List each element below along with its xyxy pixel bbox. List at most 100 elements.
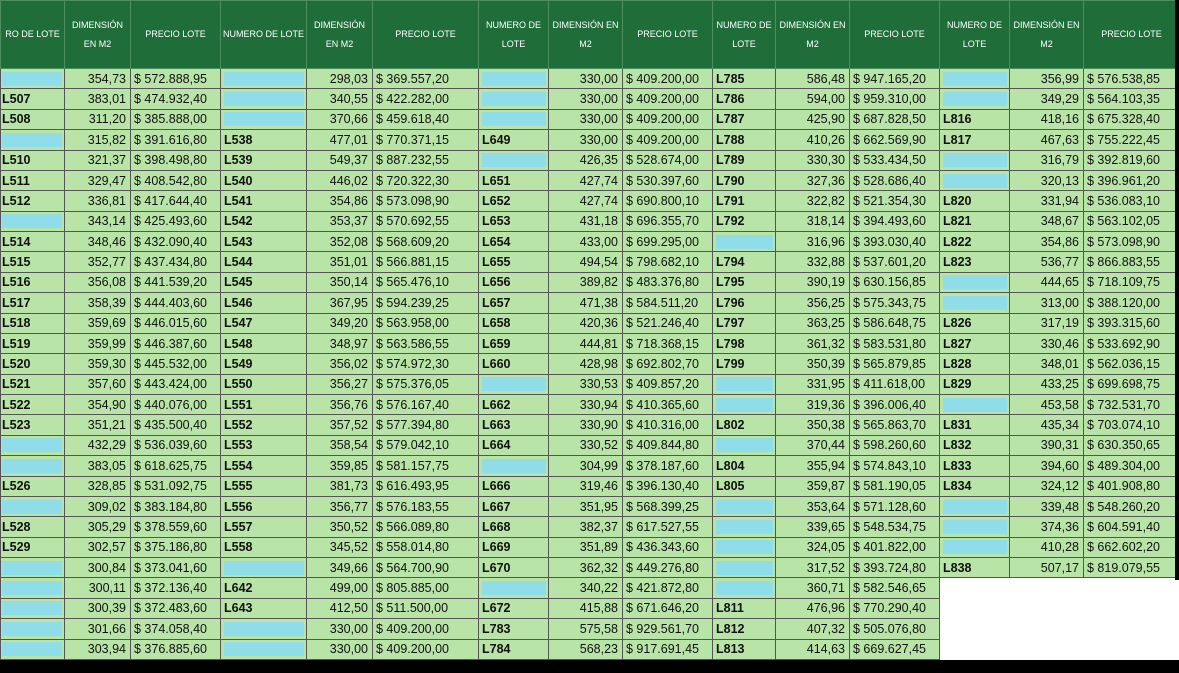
blank-lot-highlight bbox=[2, 581, 62, 596]
column-header: NUMERO DE LOTE bbox=[939, 0, 1010, 69]
dimension-cell: 332,88 bbox=[775, 251, 850, 273]
lot-number-cell: L820 bbox=[939, 190, 1010, 212]
dimension-cell: 383,01 bbox=[64, 88, 131, 110]
price-cell: $ 393.724,80 bbox=[849, 556, 940, 579]
dimension-cell: 315,82 bbox=[64, 129, 131, 151]
lot-number-cell: L547 bbox=[220, 312, 307, 334]
price-cell: $ 572.888,95 bbox=[130, 67, 221, 90]
blank-lot-highlight bbox=[2, 499, 62, 514]
dimension-cell: 467,63 bbox=[1009, 129, 1084, 151]
price-cell: $ 443.424,00 bbox=[130, 373, 221, 396]
dimension-cell: 427,74 bbox=[548, 169, 623, 192]
blank-lot-highlight bbox=[482, 581, 546, 596]
lot-number-cell bbox=[939, 149, 1010, 171]
price-cell: $ 947.165,20 bbox=[849, 67, 940, 90]
price-cell: $ 528.686,40 bbox=[849, 169, 940, 192]
price-cell: $ 528.674,00 bbox=[622, 149, 713, 171]
blank-lot-highlight bbox=[943, 295, 1007, 310]
price-cell: $ 703.074,10 bbox=[1083, 414, 1179, 436]
lot-number-cell: L794 bbox=[712, 251, 776, 273]
lot-number-cell: L558 bbox=[220, 536, 307, 559]
lot-number-cell: L821 bbox=[939, 210, 1010, 233]
column-header: DIMENSIÓN EN M2 bbox=[64, 0, 131, 69]
dimension-cell: 356,99 bbox=[1009, 67, 1084, 90]
price-cell: $ 417.644,40 bbox=[130, 190, 221, 212]
lot-number-cell: L826 bbox=[939, 312, 1010, 334]
lot-number-cell: L664 bbox=[478, 434, 549, 457]
dimension-cell: 350,38 bbox=[775, 414, 850, 436]
lot-number-cell: L651 bbox=[478, 169, 549, 192]
lot-number-cell bbox=[0, 455, 65, 477]
dimension-cell: 354,86 bbox=[306, 190, 373, 212]
dimension-cell: 355,94 bbox=[775, 455, 850, 477]
dimension-cell: 383,05 bbox=[64, 455, 131, 477]
price-cell: $ 474.932,40 bbox=[130, 88, 221, 110]
price-cell: $ 393.315,60 bbox=[1083, 312, 1179, 334]
dimension-cell: 352,08 bbox=[306, 230, 373, 253]
price-cell: $ 421.872,80 bbox=[622, 577, 713, 599]
lot-number-cell: L516 bbox=[0, 271, 65, 294]
lot-number-cell bbox=[478, 88, 549, 110]
price-cell: $ 630.350,65 bbox=[1083, 434, 1179, 457]
lot-number-cell: L523 bbox=[0, 414, 65, 436]
lot-number-cell: L813 bbox=[712, 638, 776, 660]
dimension-cell: 348,01 bbox=[1009, 353, 1084, 375]
lot-number-cell: L786 bbox=[712, 88, 776, 110]
dimension-cell: 330,00 bbox=[548, 108, 623, 131]
dimension-cell: 349,20 bbox=[306, 312, 373, 334]
price-cell: $ 372.483,60 bbox=[130, 597, 221, 620]
dimension-cell: 427,74 bbox=[548, 190, 623, 212]
lot-number-cell: L521 bbox=[0, 373, 65, 396]
lot-number-cell bbox=[939, 393, 1010, 416]
lot-number-cell: L667 bbox=[478, 495, 549, 518]
price-cell: $ 574.972,30 bbox=[372, 353, 479, 375]
dimension-cell: 389,82 bbox=[548, 271, 623, 294]
dimension-cell: 356,27 bbox=[306, 373, 373, 396]
price-cell: $ 573.098,90 bbox=[1083, 230, 1179, 253]
dimension-cell: 317,19 bbox=[1009, 312, 1084, 334]
lot-number-cell: L514 bbox=[0, 230, 65, 253]
dimension-cell: 330,90 bbox=[548, 414, 623, 436]
dimension-cell: 330,00 bbox=[548, 67, 623, 90]
dimension-cell: 356,76 bbox=[306, 393, 373, 416]
dimension-cell: 354,86 bbox=[1009, 230, 1084, 253]
lot-number-cell: L508 bbox=[0, 108, 65, 131]
dimension-cell: 359,85 bbox=[306, 455, 373, 477]
dimension-cell: 354,90 bbox=[64, 393, 131, 416]
price-cell: $ 718.368,15 bbox=[622, 332, 713, 355]
lot-number-cell: L520 bbox=[0, 353, 65, 375]
dimension-cell: 321,37 bbox=[64, 149, 131, 171]
column-header: DIMENSIÓN EN M2 bbox=[1009, 0, 1084, 69]
blank-lot-highlight bbox=[716, 581, 773, 596]
lot-number-cell: L799 bbox=[712, 353, 776, 375]
blank-lot-highlight bbox=[2, 71, 62, 86]
lot-number-cell bbox=[712, 536, 776, 559]
blank-lot-highlight bbox=[716, 438, 773, 453]
table-row: 301,66 $ 374.058,40 330,00 $ 409.200,00 L783… bbox=[0, 618, 1179, 640]
dimension-cell: 319,46 bbox=[548, 475, 623, 497]
price-cell: $ 374.058,40 bbox=[130, 618, 221, 640]
price-cell: $ 410.365,60 bbox=[622, 393, 713, 416]
lot-number-cell: L522 bbox=[0, 393, 65, 416]
dimension-cell: 351,89 bbox=[548, 536, 623, 559]
blank-lot-highlight bbox=[716, 499, 773, 514]
price-cell: $ 533.692,90 bbox=[1083, 332, 1179, 355]
lot-number-cell bbox=[939, 67, 1010, 90]
lot-number-cell: L792 bbox=[712, 210, 776, 233]
price-cell: $ 690.800,10 bbox=[622, 190, 713, 212]
empty-cell bbox=[1083, 597, 1179, 620]
dimension-cell: 476,96 bbox=[775, 597, 850, 620]
column-header: DIMENSIÓN EN M2 bbox=[775, 0, 850, 69]
price-cell: $ 581.190,05 bbox=[849, 475, 940, 497]
dimension-cell: 394,60 bbox=[1009, 455, 1084, 477]
lot-number-cell: L660 bbox=[478, 353, 549, 375]
price-cell: $ 446.015,60 bbox=[130, 312, 221, 334]
price-cell: $ 564.103,35 bbox=[1083, 88, 1179, 110]
lot-number-cell: L832 bbox=[939, 434, 1010, 457]
dimension-cell: 374,36 bbox=[1009, 516, 1084, 538]
price-cell: $ 378.559,60 bbox=[130, 516, 221, 538]
dimension-cell: 319,36 bbox=[775, 393, 850, 416]
blank-lot-highlight bbox=[2, 214, 62, 229]
table-body: 354,73 $ 572.888,95 298,03 $ 369.557,20 330,… bbox=[0, 67, 1179, 660]
dimension-cell: 407,32 bbox=[775, 618, 850, 640]
